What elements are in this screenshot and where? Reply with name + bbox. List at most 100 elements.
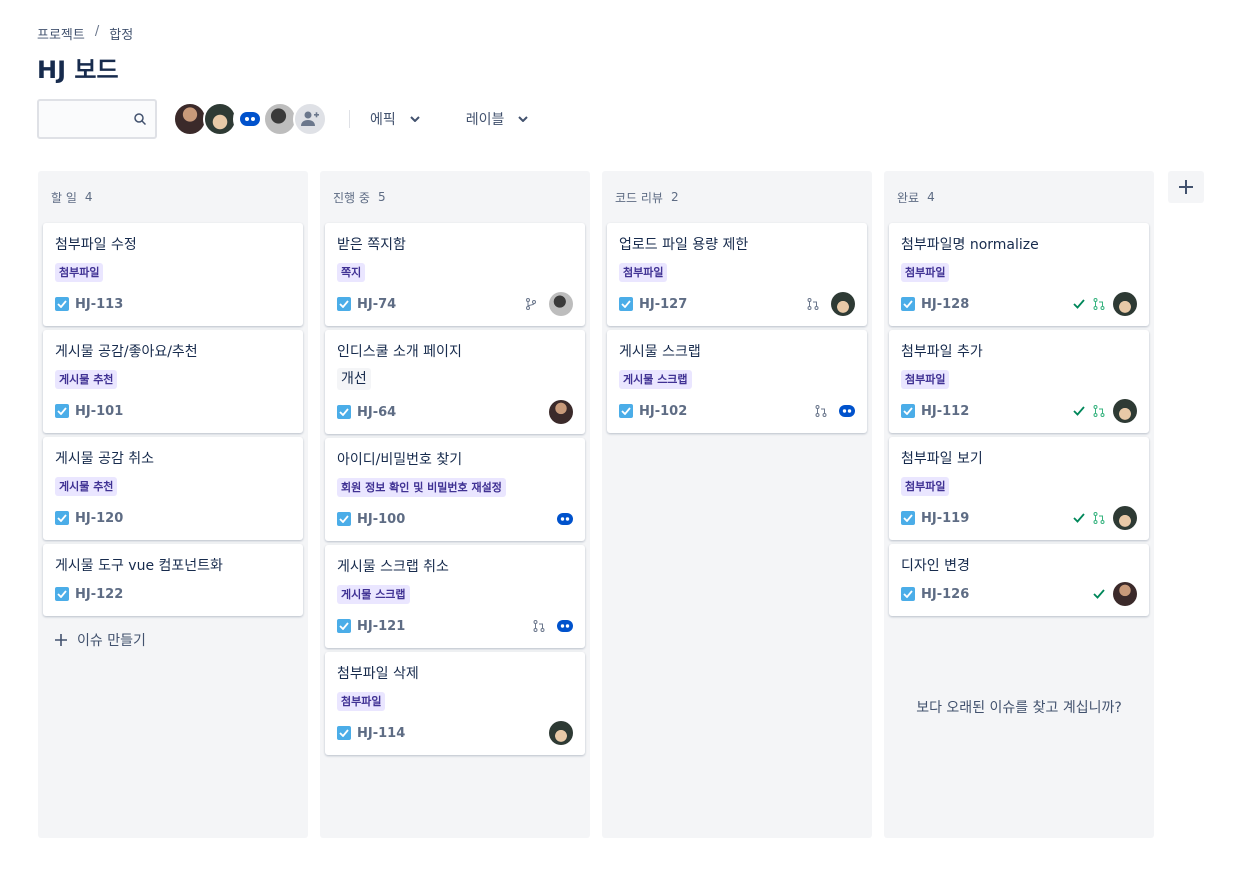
issue-card[interactable]: 첨부파일명 normalize 첨부파일 HJ-128 xyxy=(889,223,1149,326)
epic-filter[interactable]: 에픽 xyxy=(370,109,420,129)
assignee-avatar[interactable] xyxy=(549,721,573,745)
issue-card[interactable]: 첨부파일 삭제 첨부파일 HJ-114 xyxy=(325,652,585,755)
issue-card[interactable]: 게시물 도구 vue 컴포넌트화 HJ-122 xyxy=(43,544,303,616)
column-header: 코드 리뷰 2 xyxy=(607,171,867,223)
epic-label: 게시물 추천 xyxy=(55,477,118,496)
plus-icon xyxy=(55,634,67,646)
issue-key: HJ-114 xyxy=(357,725,406,741)
pull-request-icon xyxy=(815,405,827,417)
epic-filter-label: 에픽 xyxy=(370,112,396,128)
issue-card[interactable]: 디자인 변경 HJ-126 xyxy=(889,544,1149,616)
issue-card[interactable]: 게시물 공감/좋아요/추천 게시물 추천 HJ-101 xyxy=(43,330,303,433)
epic-label: 첨부파일 xyxy=(901,263,950,282)
branch-icon xyxy=(526,298,536,310)
column-count: 4 xyxy=(84,190,93,204)
assignee-avatar[interactable] xyxy=(1113,506,1137,530)
assignee-avatar[interactable] xyxy=(549,292,573,316)
issue-card[interactable]: 인디스쿨 소개 페이지 개선 HJ-64 xyxy=(325,330,585,434)
done-check-icon xyxy=(1093,589,1105,599)
label-filter-label: 레이블 xyxy=(465,112,505,128)
column-todo: 할 일 4 첨부파일 수정 첨부파일 HJ-113 게시물 공감/좋아요/추천 … xyxy=(38,171,308,838)
task-icon xyxy=(619,404,633,418)
task-icon xyxy=(337,297,351,311)
epic-label: 첨부파일 xyxy=(55,263,104,282)
label-filter[interactable]: 레이블 xyxy=(466,109,529,129)
card-title: 디자인 변경 xyxy=(901,558,970,574)
issue-key: HJ-74 xyxy=(357,296,397,312)
assignee-avatar[interactable] xyxy=(1113,292,1137,316)
issue-card[interactable]: 게시물 공감 취소 게시물 추천 HJ-120 xyxy=(43,437,303,540)
epic-label: 개선 xyxy=(337,368,371,390)
epic-label: 첨부파일 xyxy=(337,692,386,711)
chevron-down-icon xyxy=(518,116,529,122)
epic-label: 첨부파일 xyxy=(619,263,668,282)
merged-icon xyxy=(1093,405,1105,417)
column-header: 완료 4 xyxy=(889,171,1149,223)
avatar[interactable] xyxy=(203,102,237,136)
add-people-button[interactable] xyxy=(293,102,327,136)
card-title: 업로드 파일 용량 제한 xyxy=(619,237,749,253)
search-input[interactable] xyxy=(37,99,157,139)
column-header: 할 일 4 xyxy=(43,171,303,223)
issue-card[interactable]: 첨부파일 추가 첨부파일 HJ-112 xyxy=(889,330,1149,433)
task-icon xyxy=(619,297,633,311)
breadcrumb-project[interactable]: 프로젝트 xyxy=(37,24,85,43)
issue-key: HJ-127 xyxy=(639,296,688,312)
card-title: 첨부파일 추가 xyxy=(901,344,983,360)
issue-card[interactable]: 첨부파일 수정 첨부파일 HJ-113 xyxy=(43,223,303,326)
bot-avatar-icon[interactable] xyxy=(557,620,573,632)
issue-key: HJ-102 xyxy=(639,403,688,419)
column-name: 완료 xyxy=(897,190,920,205)
column-in-progress: 진행 중 5 받은 쪽지함 쪽지 HJ-74 인디스쿨 소개 페이지 개선 HJ… xyxy=(320,171,590,838)
task-icon xyxy=(337,512,351,526)
card-title: 인디스쿨 소개 페이지 xyxy=(337,344,462,360)
issue-card[interactable]: 아이디/비밀번호 찾기 회원 정보 확인 및 비밀번호 재설정 HJ-100 xyxy=(325,438,585,541)
older-issues-link[interactable]: 보다 오래된 이슈를 찾고 계십니까? xyxy=(884,697,1154,717)
issue-card[interactable]: 받은 쪽지함 쪽지 HJ-74 xyxy=(325,223,585,326)
bot-avatar-icon[interactable] xyxy=(839,405,855,417)
epic-label: 첨부파일 xyxy=(901,477,950,496)
page-title: HJ 보드 xyxy=(37,56,119,84)
issue-key: HJ-120 xyxy=(75,510,124,526)
card-title: 게시물 도구 vue 컴포넌트화 xyxy=(55,558,223,574)
issue-card[interactable]: 게시물 스크랩 게시물 스크랩 HJ-102 xyxy=(607,330,867,433)
bot-avatar-icon[interactable] xyxy=(557,513,573,525)
card-title: 게시물 공감 취소 xyxy=(55,451,155,467)
issue-card[interactable]: 첨부파일 보기 첨부파일 HJ-119 xyxy=(889,437,1149,540)
avatar[interactable] xyxy=(263,102,297,136)
assignee-avatar[interactable] xyxy=(1113,582,1137,606)
task-icon xyxy=(55,404,69,418)
merged-icon xyxy=(1093,512,1105,524)
assignee-avatar[interactable] xyxy=(549,400,573,424)
card-title: 게시물 스크랩 xyxy=(619,344,701,360)
assignee-avatar[interactable] xyxy=(831,292,855,316)
avatar[interactable] xyxy=(173,102,207,136)
task-icon xyxy=(901,404,915,418)
column-count: 2 xyxy=(670,190,679,204)
task-icon xyxy=(337,619,351,633)
create-issue-button[interactable]: 이슈 만들기 xyxy=(43,620,303,660)
card-title: 첨부파일 삭제 xyxy=(337,666,419,682)
done-check-icon xyxy=(1073,513,1085,523)
issue-card[interactable]: 업로드 파일 용량 제한 첨부파일 HJ-127 xyxy=(607,223,867,326)
issue-key: HJ-121 xyxy=(357,618,406,634)
issue-key: HJ-128 xyxy=(921,296,970,312)
chevron-down-icon xyxy=(410,116,420,122)
breadcrumb: 프로젝트 / 합정 xyxy=(37,24,133,43)
issue-key: HJ-113 xyxy=(75,296,124,312)
card-title: 첨부파일 보기 xyxy=(901,451,983,467)
add-user-icon xyxy=(301,111,319,126)
merged-icon xyxy=(1093,298,1105,310)
pull-request-icon xyxy=(807,298,819,310)
toolbar: 에픽 레이블 xyxy=(37,99,574,139)
bot-avatar[interactable] xyxy=(233,102,267,136)
column-header: 진행 중 5 xyxy=(325,171,585,223)
assignee-avatar[interactable] xyxy=(1113,399,1137,423)
column-count: 4 xyxy=(927,190,935,204)
breadcrumb-current[interactable]: 합정 xyxy=(109,24,133,43)
column-code-review: 코드 리뷰 2 업로드 파일 용량 제한 첨부파일 HJ-127 게시물 스크랩… xyxy=(602,171,872,838)
create-issue-label: 이슈 만들기 xyxy=(77,633,146,649)
issue-key: HJ-100 xyxy=(357,511,406,527)
issue-card[interactable]: 게시물 스크랩 취소 게시물 스크랩 HJ-121 xyxy=(325,545,585,648)
add-column-button[interactable] xyxy=(1168,171,1204,203)
